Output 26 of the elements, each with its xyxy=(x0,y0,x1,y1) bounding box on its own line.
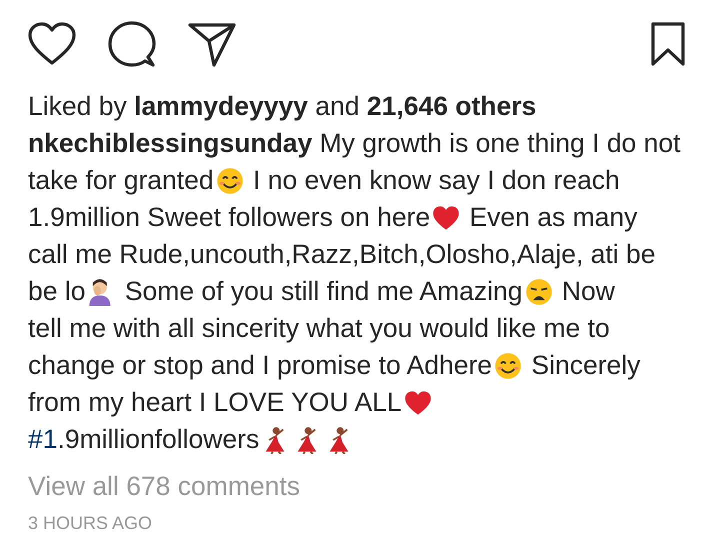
caption-text: tell me with all sincerity what you would like me to xyxy=(28,312,610,345)
caption-text: be lo xyxy=(28,275,86,308)
send-icon[interactable] xyxy=(188,21,236,67)
caption-text: Even as many xyxy=(468,201,638,234)
smiling-face-icon xyxy=(494,352,522,380)
caption-text: 1.9million Sweet followers on here xyxy=(28,201,430,234)
caption-text: from my heart I LOVE YOU ALL xyxy=(28,386,402,419)
comment-icon[interactable] xyxy=(108,21,156,67)
heart-icon xyxy=(404,388,432,416)
heart-icon xyxy=(432,204,460,232)
caption-text: Now xyxy=(560,275,615,308)
caption-text: nkechiblessingsunday My growth is one thing I do not xyxy=(28,127,680,160)
caption-text: take for granted xyxy=(28,164,214,197)
timestamp: 3 HOURS AGO xyxy=(28,513,152,533)
caption-text: I no even know say I don reach xyxy=(252,164,620,197)
like-heart-icon[interactable] xyxy=(28,22,76,66)
hashtag-link[interactable]: #1 xyxy=(28,421,58,458)
caption-text: Some of you still find me Amazing xyxy=(124,275,523,308)
caption-text: change or stop and I promise to Adhere xyxy=(28,349,492,382)
caption-text: .9millionfollowers xyxy=(57,423,260,456)
caption-text: call me Rude,uncouth,Razz,Bitch,Olosho,Alaje, ati be xyxy=(28,238,656,271)
likes-text: Liked by lammydeyyyy and 21,646 others xyxy=(28,91,536,121)
bookmark-icon[interactable] xyxy=(651,22,685,66)
smiling-face-icon xyxy=(216,166,244,194)
caption-text: Sincerely xyxy=(530,349,640,382)
weary-face-icon xyxy=(524,278,553,306)
